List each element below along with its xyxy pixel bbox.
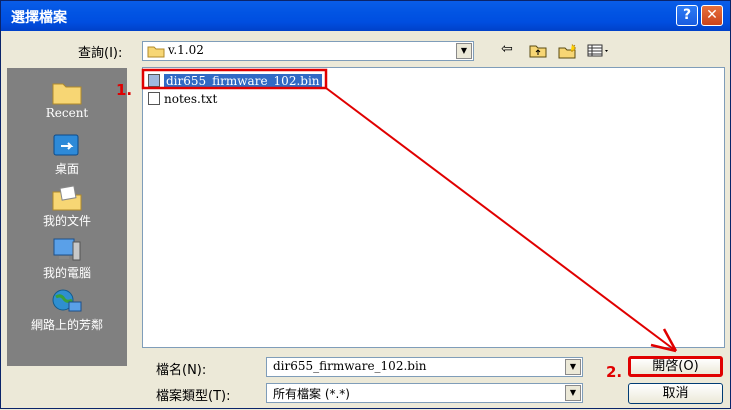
file-highlight-box bbox=[141, 68, 328, 90]
annotation-overlay bbox=[141, 68, 678, 353]
annotation-arrow bbox=[325, 87, 677, 352]
file-open-dialog: 選擇檔案 ? ✕ 查詢(I): v.1.02 ▼ ⇦ Recent 桌面 我的文… bbox=[0, 0, 731, 409]
